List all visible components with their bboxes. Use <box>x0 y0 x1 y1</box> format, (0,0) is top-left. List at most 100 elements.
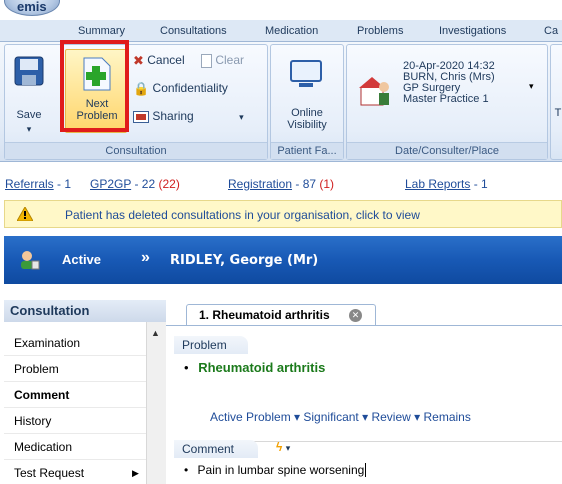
warning-text: Patient has deleted consultations in you… <box>65 208 420 222</box>
date-consulter-place-group-label: Date/Consulter/Place <box>347 142 547 159</box>
tab-more[interactable]: Ca <box>544 25 558 37</box>
clinician-building-icon <box>359 77 389 106</box>
nav-item-problem[interactable]: Problem <box>4 356 146 382</box>
patient-name: RIDLEY, George (Mr) <box>170 253 319 268</box>
blank-page-icon <box>201 53 212 68</box>
patient-person-icon <box>21 251 40 270</box>
nav-item-label: Comment <box>14 388 70 402</box>
nav-item-label: Medication <box>14 440 73 454</box>
gp2gp-link[interactable]: GP2GP - 22 (22) <box>90 177 180 191</box>
lab-reports-link[interactable]: Lab Reports - 1 <box>405 177 488 191</box>
referrals-label: Referrals <box>5 177 54 191</box>
confidentiality-button[interactable]: 🔒 Confidentiality <box>133 81 228 97</box>
next-ribbon-group: T <box>550 44 562 160</box>
submenu-arrow-icon: ▶ <box>132 468 139 478</box>
patient-facing-group: Online Visibility Patient Fa... <box>270 44 344 160</box>
comment-entry[interactable]: • Pain in lumbar spine worsening <box>184 463 367 477</box>
referrals-link[interactable]: Referrals - 1 <box>5 177 71 191</box>
comment-options-button[interactable]: ϟ ▾ <box>276 440 290 454</box>
nav-item-label: Test Request <box>14 466 85 480</box>
clear-label: Clear <box>215 53 245 67</box>
referrals-count: - 1 <box>53 177 72 191</box>
date-consulter-place-group: 20-Apr-2020 14:32 BURN, Chris (Mrs) GP S… <box>346 44 548 160</box>
sharing-dropdown-arrow: ▾ <box>239 112 244 122</box>
patient-banner: Active » RIDLEY, George (Mr) <box>4 236 562 284</box>
consultation-place: Master Practice 1 <box>403 93 489 105</box>
padlock-icon: 🔒 <box>133 81 150 96</box>
cancel-button[interactable]: ✖ Cancel <box>133 53 185 69</box>
problem-entry[interactable]: • Rheumatoid arthritis <box>184 360 325 375</box>
consultation-group-label: Consultation <box>5 142 267 159</box>
bullet-icon: • <box>184 360 189 375</box>
patient-facing-group-label: Patient Fa... <box>271 142 343 159</box>
tab-medication[interactable]: Medication <box>265 25 318 37</box>
nav-item-label: Problem <box>14 362 59 376</box>
nav-item-comment[interactable]: Comment <box>4 382 146 408</box>
cancel-x-icon: ✖ <box>133 53 144 68</box>
online-visibility-label-line1: Online <box>291 107 323 119</box>
annotation-highlight-box <box>60 40 129 132</box>
ribbon-tab-bar: Summary Consultations Medication Problem… <box>0 20 562 42</box>
nav-item-examination[interactable]: Examination <box>4 330 146 356</box>
nav-item-history[interactable]: History <box>4 408 146 434</box>
confidentiality-label: Confidentiality <box>152 81 228 96</box>
tab-consultations[interactable]: Consultations <box>160 25 227 37</box>
deleted-consultations-warning[interactable]: Patient has deleted consultations in you… <box>4 200 562 228</box>
consultation-sections-nav: Consultation Examination Problem Comment… <box>4 300 166 484</box>
tab-problems[interactable]: Problems <box>357 25 403 37</box>
lightning-icon: ϟ <box>276 440 283 454</box>
problem-name: Rheumatoid arthritis <box>198 360 326 375</box>
sharing-label: Sharing <box>152 109 194 123</box>
comment-text: Pain in lumbar spine worsening <box>197 463 365 477</box>
registration-count: - 87 <box>292 177 320 191</box>
gp2gp-new-count: (22) <box>158 177 180 191</box>
consultation-group: Save ▾ Next Problem ✖ Cancel Clear 🔒 Con… <box>4 44 268 160</box>
problem-section-header: Problem <box>174 336 248 354</box>
patient-status: Active <box>62 252 102 267</box>
nav-header: Consultation <box>4 300 166 322</box>
sharing-button[interactable]: Sharing ▾ <box>133 109 244 123</box>
online-visibility-button[interactable]: Online Visibility <box>275 53 339 133</box>
warning-icon <box>17 207 33 221</box>
text-cursor <box>365 463 367 477</box>
lab-reports-label: Lab Reports <box>405 177 471 191</box>
next-group-label: T <box>554 107 562 119</box>
tab-summary[interactable]: Summary <box>78 25 125 37</box>
clear-button[interactable]: Clear <box>201 53 244 68</box>
problem-actions[interactable]: Active Problem ▾ Significant ▾ Review ▾ … <box>210 410 471 424</box>
cancel-label: Cancel <box>147 53 185 68</box>
lab-reports-count: - 1 <box>470 177 488 191</box>
online-visibility-label-line2: Visibility <box>287 119 327 131</box>
app-orb-label: emis <box>17 0 47 14</box>
scroll-up-arrow-icon[interactable]: ▲ <box>151 328 160 338</box>
comment-section-header: Comment <box>174 440 258 458</box>
registration-link[interactable]: Registration - 87 (1) <box>228 177 334 191</box>
nav-item-test-request[interactable]: Test Request ▶ <box>4 460 146 484</box>
registration-label: Registration <box>228 177 293 191</box>
patient-links-bar: Referrals - 1 GP2GP - 22 (22) Registrati… <box>0 163 562 195</box>
monitor-icon <box>290 60 322 87</box>
consulter-selector[interactable]: 20-Apr-2020 14:32 BURN, Chris (Mrs) GP S… <box>353 53 543 133</box>
problem-document-tab[interactable]: 1. Rheumatoid arthritis ✕ <box>186 304 376 326</box>
nav-item-label: History <box>14 414 52 428</box>
comment-options-arrow: ▾ <box>285 443 291 453</box>
gp2gp-label: GP2GP <box>90 177 132 191</box>
tab-title: 1. Rheumatoid arthritis <box>199 308 330 322</box>
consulter-dropdown-arrow: ▾ <box>529 81 534 91</box>
nav-item-medication[interactable]: Medication <box>4 434 146 460</box>
registration-new-count: (1) <box>319 177 335 191</box>
expand-chevron-icon[interactable]: » <box>141 249 150 267</box>
consultation-editor: Problem • Rheumatoid arthritis Active Pr… <box>166 326 562 484</box>
nav-scrollbar[interactable]: ▲ <box>146 322 166 484</box>
save-label: Save <box>16 109 42 121</box>
floppy-disk-icon <box>14 56 44 86</box>
sharing-icon <box>133 110 149 123</box>
nav-item-label: Examination <box>14 336 81 350</box>
comment-header-label: Comment <box>182 442 235 456</box>
tab-investigations[interactable]: Investigations <box>439 25 506 37</box>
save-button[interactable]: Save ▾ <box>9 53 49 134</box>
close-tab-icon[interactable]: ✕ <box>349 309 362 322</box>
gp2gp-count: - 22 <box>131 177 159 191</box>
app-menu-button[interactable]: emis <box>4 0 60 16</box>
save-dropdown-arrow: ▾ <box>26 124 32 134</box>
